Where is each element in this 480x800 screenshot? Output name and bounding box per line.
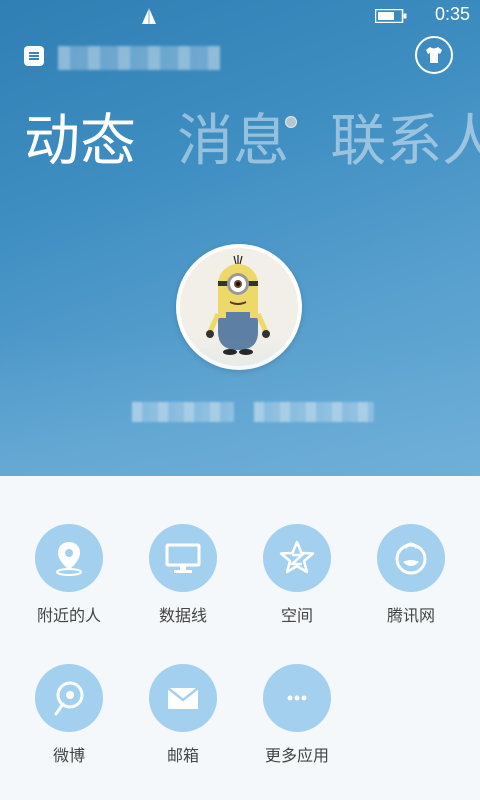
app-nearby-label: 附近的人 xyxy=(36,606,101,625)
status-bar: 0:35 xyxy=(0,0,480,32)
avatar[interactable] xyxy=(176,244,302,370)
clock: 0:35 xyxy=(434,4,470,24)
app-nearby[interactable]: 附近的人 xyxy=(19,524,119,626)
battery-icon xyxy=(375,9,407,23)
app-mail[interactable]: 邮箱 xyxy=(133,664,233,766)
app-qzone-circle xyxy=(263,524,331,592)
app-mail-label: 邮箱 xyxy=(166,746,199,765)
tab-messages[interactable]: 消息 xyxy=(177,108,298,176)
signature-redacted-2 xyxy=(254,402,374,422)
mail-icon xyxy=(167,687,199,709)
location-pin-icon xyxy=(56,542,82,576)
app-qzone[interactable]: 空间 xyxy=(247,524,347,626)
tshirt-icon xyxy=(426,47,442,63)
tencent-news-icon xyxy=(395,542,427,575)
monitor-icon xyxy=(165,543,201,573)
app-weibo-label: 微博 xyxy=(52,746,85,765)
menu-icon[interactable] xyxy=(24,46,44,66)
pivot-tabs: 动态 消息 联系人 xyxy=(24,108,480,176)
tab-contacts[interactable]: 联系人 xyxy=(330,108,480,176)
app-tencent-news-label: 腾讯网 xyxy=(386,606,435,625)
app-tencent-news[interactable]: 腾讯网 xyxy=(361,524,461,626)
more-icon xyxy=(287,695,307,701)
app-weibo[interactable]: 微博 xyxy=(19,664,119,766)
app-weibo-circle xyxy=(35,664,103,732)
app-data-line[interactable]: 数据线 xyxy=(133,524,233,626)
skin-button[interactable] xyxy=(415,36,453,74)
app-nearby-circle xyxy=(35,524,103,592)
app-tencent-news-circle xyxy=(377,524,445,592)
weibo-icon xyxy=(54,681,84,716)
signature-redacted-1 xyxy=(132,402,234,422)
nickname-redacted xyxy=(58,46,220,70)
signal-icon xyxy=(142,8,156,24)
app-more-label: 更多应用 xyxy=(264,746,329,765)
app-more-circle xyxy=(263,664,331,732)
tab-feed[interactable]: 动态 xyxy=(24,108,136,176)
app-grid: 附近的人 数据线 空间 腾讯网 微博 邮箱 更多应用 xyxy=(0,476,480,800)
app-more[interactable]: 更多应用 xyxy=(247,664,347,766)
tab-messages-label: 消息 xyxy=(177,109,290,174)
unread-dot xyxy=(285,116,298,128)
app-qzone-label: 空间 xyxy=(280,606,313,625)
app-data-line-circle xyxy=(149,524,217,592)
app-data-line-label: 数据线 xyxy=(158,606,207,625)
app-mail-circle xyxy=(149,664,217,732)
avatar-image xyxy=(180,248,298,366)
qzone-star-icon xyxy=(279,540,315,574)
profile-header: 0:35 动态 消息 联系人 xyxy=(0,0,480,476)
